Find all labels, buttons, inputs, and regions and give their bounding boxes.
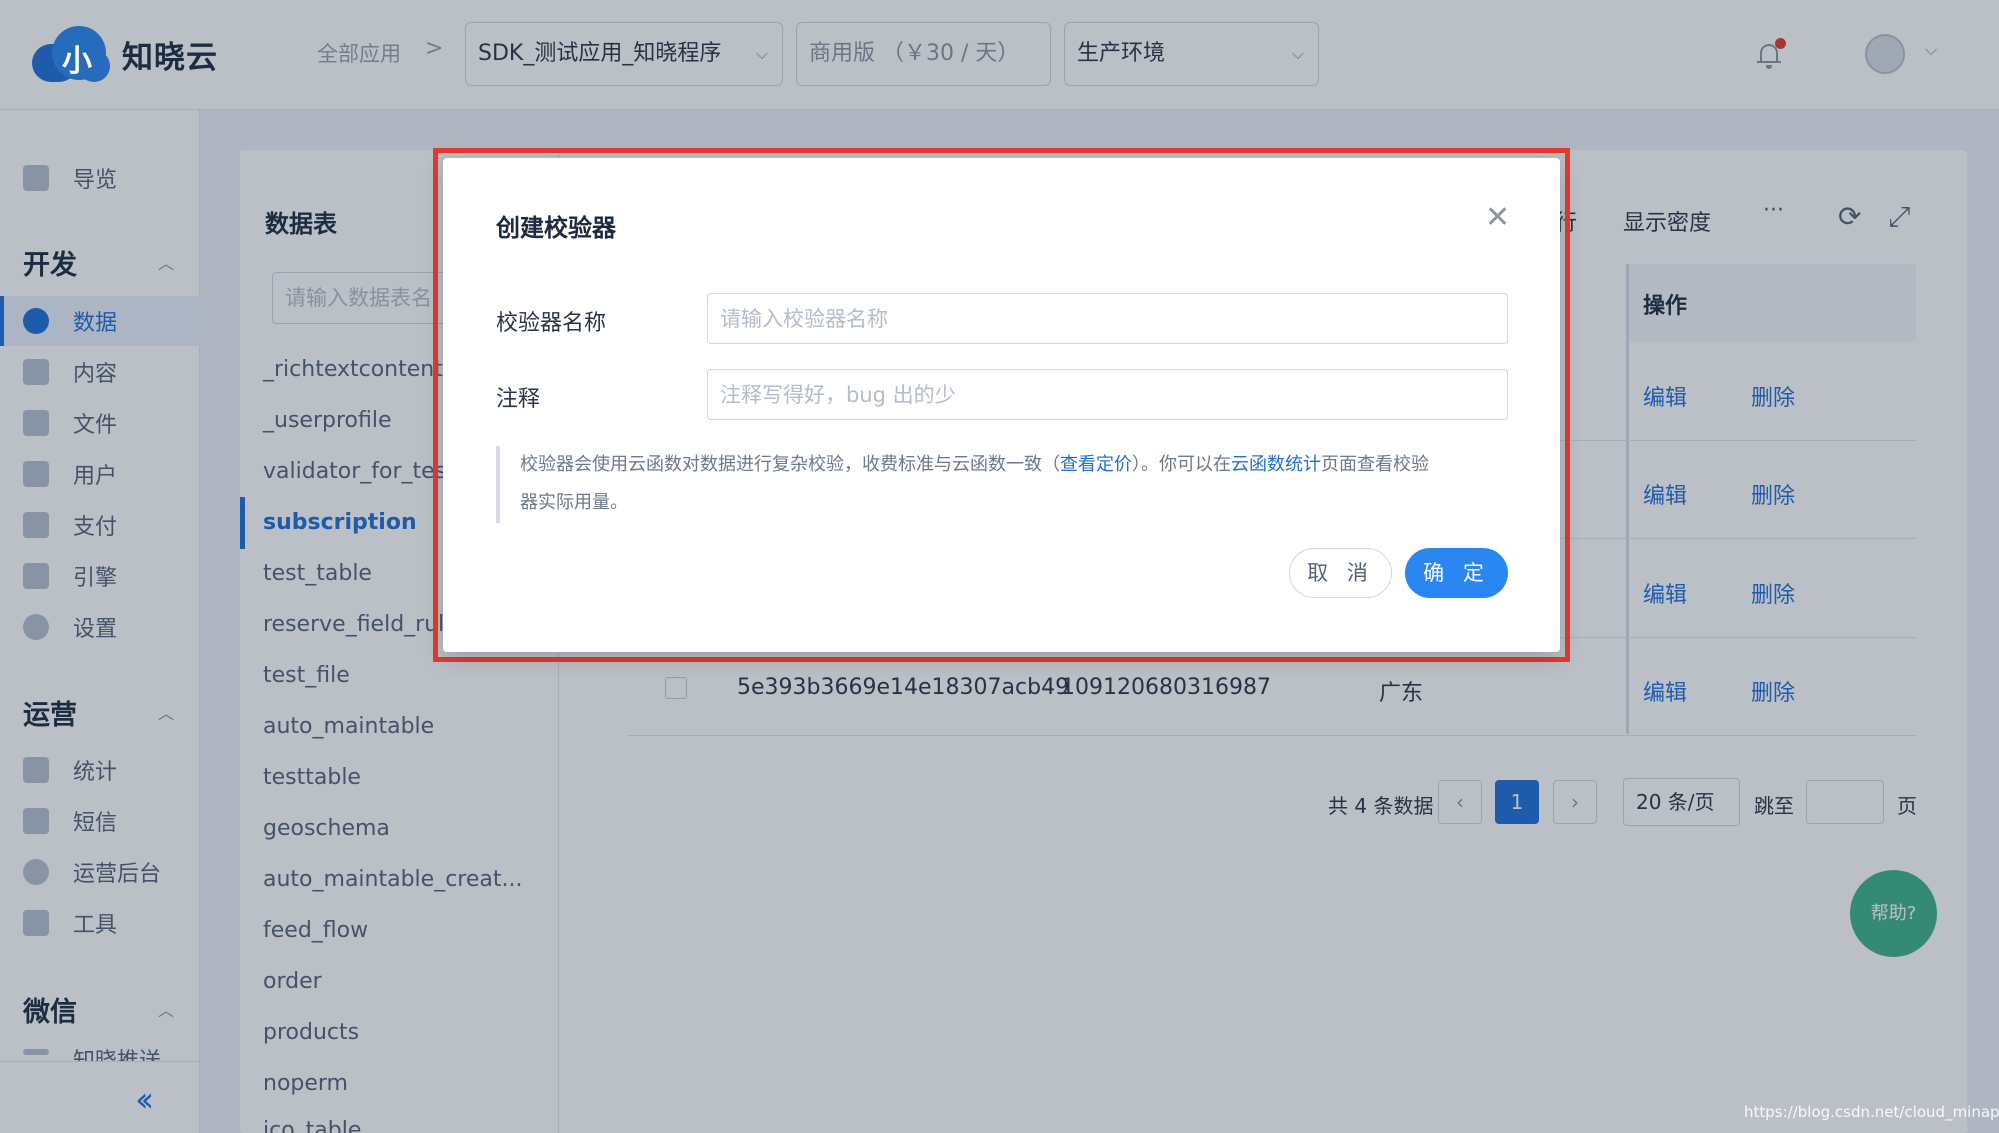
cancel-button[interactable]: 取 消 [1289, 548, 1392, 598]
confirm-button[interactable]: 确 定 [1405, 548, 1508, 598]
close-icon[interactable]: ✕ [1485, 200, 1510, 235]
notice-text: 页面查看校验 [1321, 454, 1429, 475]
note-label: 注释 [496, 387, 541, 412]
create-validator-dialog: 创建校验器 ✕ 校验器名称 注释 校验器会使用云函数对数据进行复杂校验，收费标准… [443, 158, 1560, 652]
notice-text: 器实际用量。 [520, 492, 628, 513]
notice-text: ）。你可以在 [1132, 454, 1231, 475]
cloud-function-stats-link[interactable]: 云函数统计 [1231, 454, 1321, 475]
note-input[interactable] [707, 369, 1508, 420]
watermark: https://blog.csdn.net/cloud_minapp [1744, 1103, 1999, 1121]
pricing-link[interactable]: 查看定价 [1060, 454, 1132, 475]
logo-glyph: 小 [62, 44, 92, 79]
validator-name-label: 校验器名称 [496, 311, 607, 336]
notice-text: 校验器会使用云函数对数据进行复杂校验，收费标准与云函数一致（ [520, 454, 1060, 475]
validator-name-input[interactable] [707, 293, 1508, 344]
billing-notice: 校验器会使用云函数对数据进行复杂校验，收费标准与云函数一致（查看定价）。你可以在… [496, 446, 1508, 523]
dialog-title: 创建校验器 [496, 214, 616, 242]
